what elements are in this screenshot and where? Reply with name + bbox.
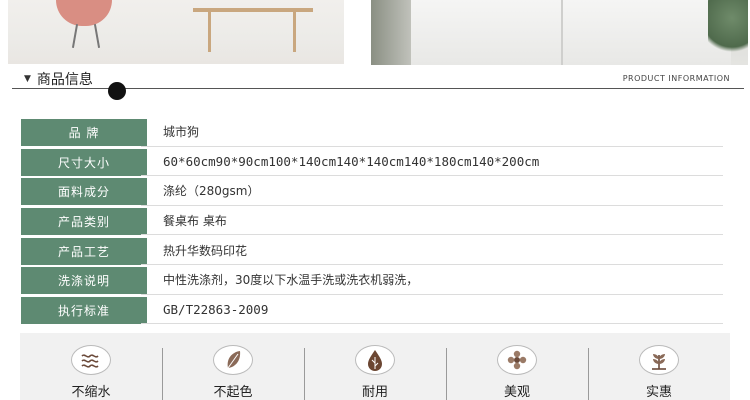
table-leg	[208, 12, 211, 52]
spec-value: 涤纶（280gsm）	[163, 184, 260, 199]
feature-label: 实惠	[645, 385, 672, 400]
feature-label: 不起色	[213, 385, 253, 400]
spec-label: 尺寸大小	[21, 148, 147, 176]
spec-row-process: 产品工艺 热升华数码印花	[21, 235, 723, 265]
spec-label: 产品工艺	[21, 237, 147, 265]
spec-value: 60*60cm90*90cm100*140cm140*140cm140*180c…	[163, 153, 540, 169]
table-leg	[293, 12, 296, 52]
plant-icon	[639, 345, 679, 375]
chair-shape	[56, 0, 112, 26]
spec-label: 产品类别	[21, 208, 147, 236]
feature-item: 不起色	[162, 333, 304, 400]
dot-marker-icon	[108, 82, 126, 100]
section-header: ▼ 商品信息	[24, 69, 93, 89]
spec-value: 城市狗	[163, 125, 200, 140]
feature-label: 耐用	[361, 385, 388, 400]
bed-fold	[561, 0, 563, 65]
feature-row: 不缩水 不起色 耐用 美观 实惠	[20, 333, 730, 400]
leaf-icon	[213, 345, 253, 375]
spec-label: 品 牌	[21, 119, 147, 147]
feature-item: 不缩水	[20, 333, 162, 400]
bed-shape	[411, 0, 731, 65]
product-photo-chair	[8, 0, 344, 64]
feature-item: 美观	[446, 333, 588, 400]
wave-icon	[71, 345, 111, 375]
spec-label: 执行标准	[21, 296, 147, 324]
section-subtitle: PRODUCT INFORMATION	[622, 74, 730, 83]
feature-label: 美观	[503, 385, 530, 400]
spec-value: 餐桌布 桌布	[163, 214, 227, 229]
plant-shape	[371, 0, 416, 65]
spec-row-size: 尺寸大小 60*60cm90*90cm100*140cm140*140cm140…	[21, 147, 723, 177]
spec-value: 中性洗涤剂，30度以下水温手洗或洗衣机弱洗，	[163, 273, 419, 288]
drop-icon	[355, 345, 395, 375]
spec-row-fabric: 面料成分 涤纶（280gsm）	[21, 176, 723, 206]
spec-value: GB/T22863-2009	[163, 301, 269, 317]
spec-table: 品 牌 城市狗 尺寸大小 60*60cm90*90cm100*140cm140*…	[21, 117, 723, 324]
spec-row-brand: 品 牌 城市狗	[21, 117, 723, 147]
spec-row-standard: 执行标准 GB/T22863-2009	[21, 295, 723, 325]
feature-label: 不缩水	[71, 385, 111, 400]
chair-leg	[93, 24, 101, 48]
spec-row-category: 产品类别 餐桌布 桌布	[21, 206, 723, 236]
product-photo-bed	[371, 0, 748, 65]
spec-label: 洗涤说明	[21, 267, 147, 295]
section-title: 商品信息	[36, 72, 93, 88]
spec-label: 面料成分	[21, 178, 147, 206]
flower-icon	[497, 345, 537, 375]
spec-value: 热升华数码印花	[163, 243, 248, 258]
plant-shape	[708, 0, 748, 60]
feature-item: 耐用	[304, 333, 446, 400]
spec-row-washing: 洗涤说明 中性洗涤剂，30度以下水温手洗或洗衣机弱洗，	[21, 265, 723, 295]
feature-item: 实惠	[588, 333, 730, 400]
triangle-down-icon: ▼	[24, 74, 31, 84]
chair-leg	[71, 24, 79, 48]
